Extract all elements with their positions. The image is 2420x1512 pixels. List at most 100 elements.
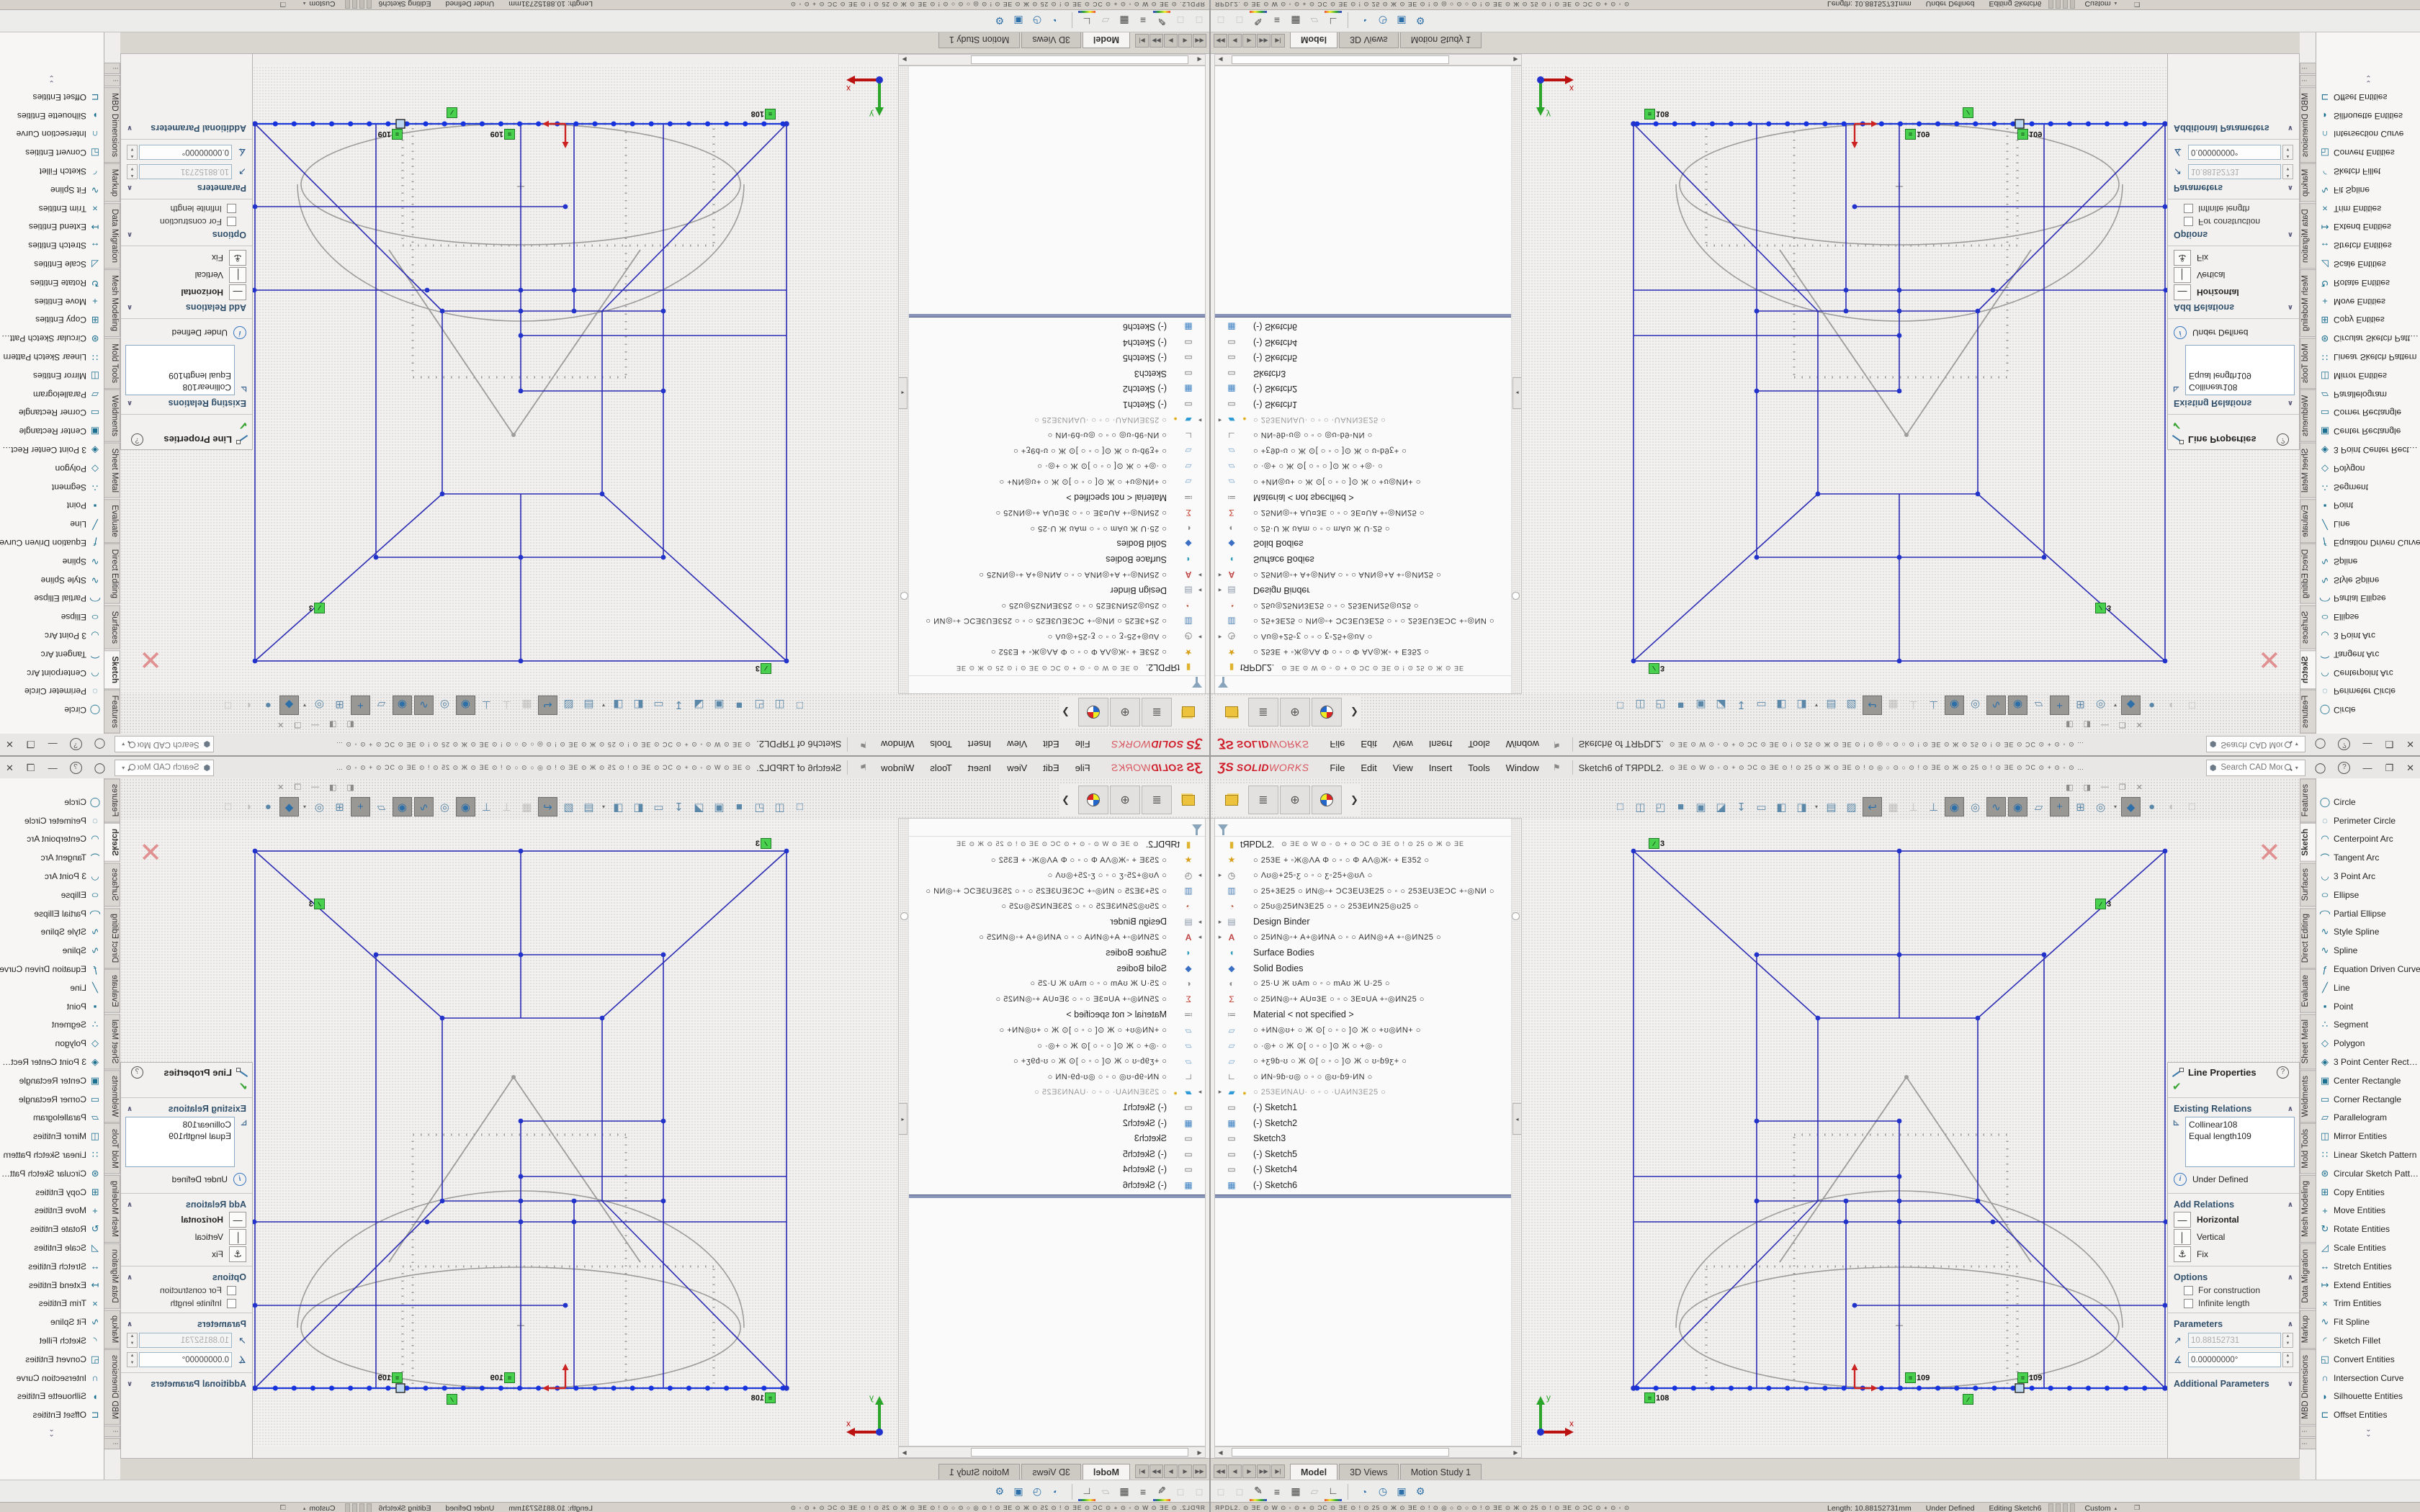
toolbar-icon[interactable]: ▨ <box>560 798 578 816</box>
restore-button[interactable]: ❐ <box>2378 734 2400 755</box>
palette-tool[interactable]: ∿ Spline <box>2316 552 2420 571</box>
panel-help-icon[interactable]: ? <box>2277 1066 2289 1079</box>
palette-tool[interactable]: ↦ Extend Entities <box>2316 217 2420 236</box>
palette-tool[interactable]: ◌ Perimeter Circle <box>2316 682 2420 701</box>
toolbar-icon[interactable]: ▾ <box>2112 798 2119 816</box>
toolbar-icon[interactable]: ⊥ <box>1924 696 1942 714</box>
toolbar-icon[interactable]: ∿ <box>414 696 434 715</box>
palette-tool[interactable]: ◠ Partial Ellipse <box>0 589 104 608</box>
toolbar-icon[interactable]: ▭ <box>650 798 668 816</box>
toolbar-icon[interactable]: □ <box>2183 696 2201 714</box>
pin-icon[interactable]: ⚑ <box>859 762 867 773</box>
command-tab[interactable]: Direct Editing <box>104 908 120 968</box>
toolbar-icon[interactable]: ◧ <box>1773 696 1791 714</box>
rollback-bar[interactable] <box>899 315 1205 318</box>
tab-nav-icon[interactable]: ▶▶ <box>1257 34 1270 48</box>
menu-item[interactable]: Tools <box>1460 757 1497 778</box>
collapse-chevron-icon[interactable]: ∧ <box>2287 1105 2293 1113</box>
status-unit-system[interactable]: Custom▴ <box>296 1504 343 1512</box>
add-relation-button[interactable]: │ Vertical <box>2168 1228 2299 1246</box>
tree-row[interactable]: ○ 25+3E25 ○ ИN◎◦+ ƆC3EU3E25 ○ ◦ ○ 253EU3… <box>899 613 1205 629</box>
command-tab[interactable]: Evaluate <box>104 969 120 1013</box>
toolbar-icon[interactable]: ● <box>259 696 277 714</box>
palette-tool[interactable]: ▪ Point <box>2316 496 2420 515</box>
document-tab[interactable]: Motion Study 1 <box>1400 1464 1482 1480</box>
toolbar-icon[interactable]: ▨ <box>1842 798 1860 816</box>
palette-tool[interactable]: ◱ Convert Entities <box>2316 143 2420 162</box>
toolbar-icon[interactable]: + <box>351 797 370 816</box>
palette-tool[interactable]: ◿ Scale Entities <box>2316 255 2420 274</box>
toolbar-icon[interactable]: ▣ <box>1692 696 1710 714</box>
document-tab[interactable]: Model <box>1290 32 1337 48</box>
palette-tool[interactable]: ▪ Point <box>0 496 104 515</box>
search-box[interactable]: ⬢ ▾ <box>2206 760 2305 776</box>
collapse-chevron-icon[interactable]: ∧ <box>2287 400 2293 408</box>
tree-row[interactable]: ○ +ИN◎ʊ+ ○ Ж ⊙[ ○ ◦ ○ ]⊙ Ж ○ +ʊ◎ИN+ ○ <box>899 474 1205 490</box>
palette-tool[interactable]: ▭ Corner Rectangle <box>0 1090 104 1109</box>
account-icon[interactable]: ◯ <box>88 734 112 755</box>
tree-row[interactable]: ○ 25·U Ж ʊAm ○ ◦ ○ mAʊ Ж U·25 ○ <box>899 976 1205 992</box>
palette-tool[interactable]: ∩ Intersection Curve <box>0 125 104 144</box>
command-tab[interactable]: Evaluate <box>104 499 120 543</box>
command-tab[interactable]: Mesh Modeling <box>104 1175 120 1243</box>
search-icon[interactable] <box>128 740 135 749</box>
equal-relation-badge[interactable]: =109 <box>2017 1372 2042 1383</box>
restore-button[interactable]: ❐ <box>20 757 42 778</box>
toolbar-icon[interactable]: ● <box>259 798 277 816</box>
toolbar-icon[interactable]: ▭ <box>1752 696 1770 714</box>
palette-tool[interactable]: ⌒ Tangent Arc <box>2316 645 2420 664</box>
command-tab[interactable]: MBD Dimensions <box>2300 1349 2316 1425</box>
toolbar-icon[interactable]: ▾ <box>301 798 308 816</box>
checkbox[interactable] <box>2184 217 2193 227</box>
palette-tool[interactable]: ◈ 3 Point Center Recta... <box>2316 441 2420 459</box>
more-tools-icon[interactable]: ⌄⌄ <box>2316 75 2420 85</box>
tab-nav-icon[interactable]: ▶ <box>1164 34 1178 48</box>
palette-tool[interactable]: ◫ Mirror Entities <box>0 366 104 385</box>
palette-tool[interactable]: ∴ Segment <box>2316 478 2420 497</box>
collapse-chevron-icon[interactable]: ∧ <box>2287 304 2293 312</box>
palette-tool[interactable]: ◠ Centerpoint Arc <box>0 664 104 683</box>
lower-toolbar-icon[interactable]: ▱ <box>1306 12 1323 30</box>
palette-tool[interactable]: ∷ Linear Sketch Pattern <box>2316 348 2420 366</box>
tree-row[interactable]: ○ ·◎+ ○ Ж ⊙[ ○ ◦ ○ ]⊙ Ж ○ +◎· ○ <box>899 459 1205 474</box>
collapse-chevron-icon[interactable]: ∧ <box>127 184 133 192</box>
equal-relation-badge[interactable]: =108 <box>1644 109 1669 120</box>
relation-item[interactable]: Collinear108 <box>2189 382 2291 393</box>
status-doc-icon[interactable]: ❒ <box>270 0 296 8</box>
toolbar-icon[interactable]: ◉ <box>2008 797 2027 816</box>
toolbar-icon[interactable]: ↧ <box>670 696 688 714</box>
section-add-relations[interactable]: Add Relations ∧ <box>121 1197 252 1211</box>
command-tab[interactable]: MBD Dimensions <box>104 1349 120 1425</box>
add-relation-button[interactable]: ⚓ Fix <box>121 1246 252 1263</box>
toolbar-icon[interactable]: ◫ <box>1631 798 1649 816</box>
palette-tool[interactable]: ◡ 3 Point Arc <box>0 867 104 886</box>
palette-tool[interactable]: ↻ Rotate Entities <box>0 1220 104 1238</box>
checkbox[interactable] <box>2184 204 2193 214</box>
palette-tool[interactable]: ↔ Stretch Entities <box>0 236 104 255</box>
palette-tool[interactable]: ○ Ellipse <box>2316 608 2420 626</box>
toolbar-icon[interactable]: ▣ <box>1692 798 1710 816</box>
pin-icon[interactable]: ⚑ <box>859 739 867 750</box>
section-additional-parameters[interactable]: Additional Parameters ∨ <box>121 122 252 136</box>
palette-tool[interactable]: ◱ Convert Entities <box>0 1350 104 1369</box>
toolbar-icon[interactable]: ◐ <box>2163 798 2181 816</box>
palette-tool[interactable]: ⊛ Circular Sketch Pattern <box>0 1164 104 1183</box>
option-row[interactable]: Infinite length <box>2168 202 2299 215</box>
lower-toolbar-icon[interactable]: ∟ <box>1078 1482 1095 1501</box>
mdi-control-icon[interactable]: — <box>2101 720 2109 729</box>
menu-item[interactable]: View <box>1385 734 1421 755</box>
equal-relation-badge[interactable]: =109 <box>490 129 515 140</box>
tree-row[interactable]: (-) Sketch5 <box>899 1146 1205 1162</box>
equal-relation-badge[interactable]: =109 <box>378 129 403 140</box>
toolbar-icon[interactable]: ⊞ <box>2071 696 2089 714</box>
equal-relation-badge[interactable]: =108 <box>751 109 776 120</box>
featuremanager-tab[interactable] <box>1216 698 1247 726</box>
palette-tool[interactable]: ▣ Center Rectangle <box>0 1071 104 1090</box>
toolbar-icon[interactable]: ◎ <box>2092 798 2110 816</box>
search-input[interactable] <box>2219 762 2284 773</box>
tree-filter-bar[interactable] <box>1215 675 1521 693</box>
palette-tool[interactable]: ▪ Point <box>0 997 104 1016</box>
scrollbar-thumb[interactable] <box>971 1448 1188 1457</box>
command-tab[interactable]: Surfaces <box>104 606 120 649</box>
toolbar-icon[interactable]: ▾ <box>2112 696 2119 714</box>
